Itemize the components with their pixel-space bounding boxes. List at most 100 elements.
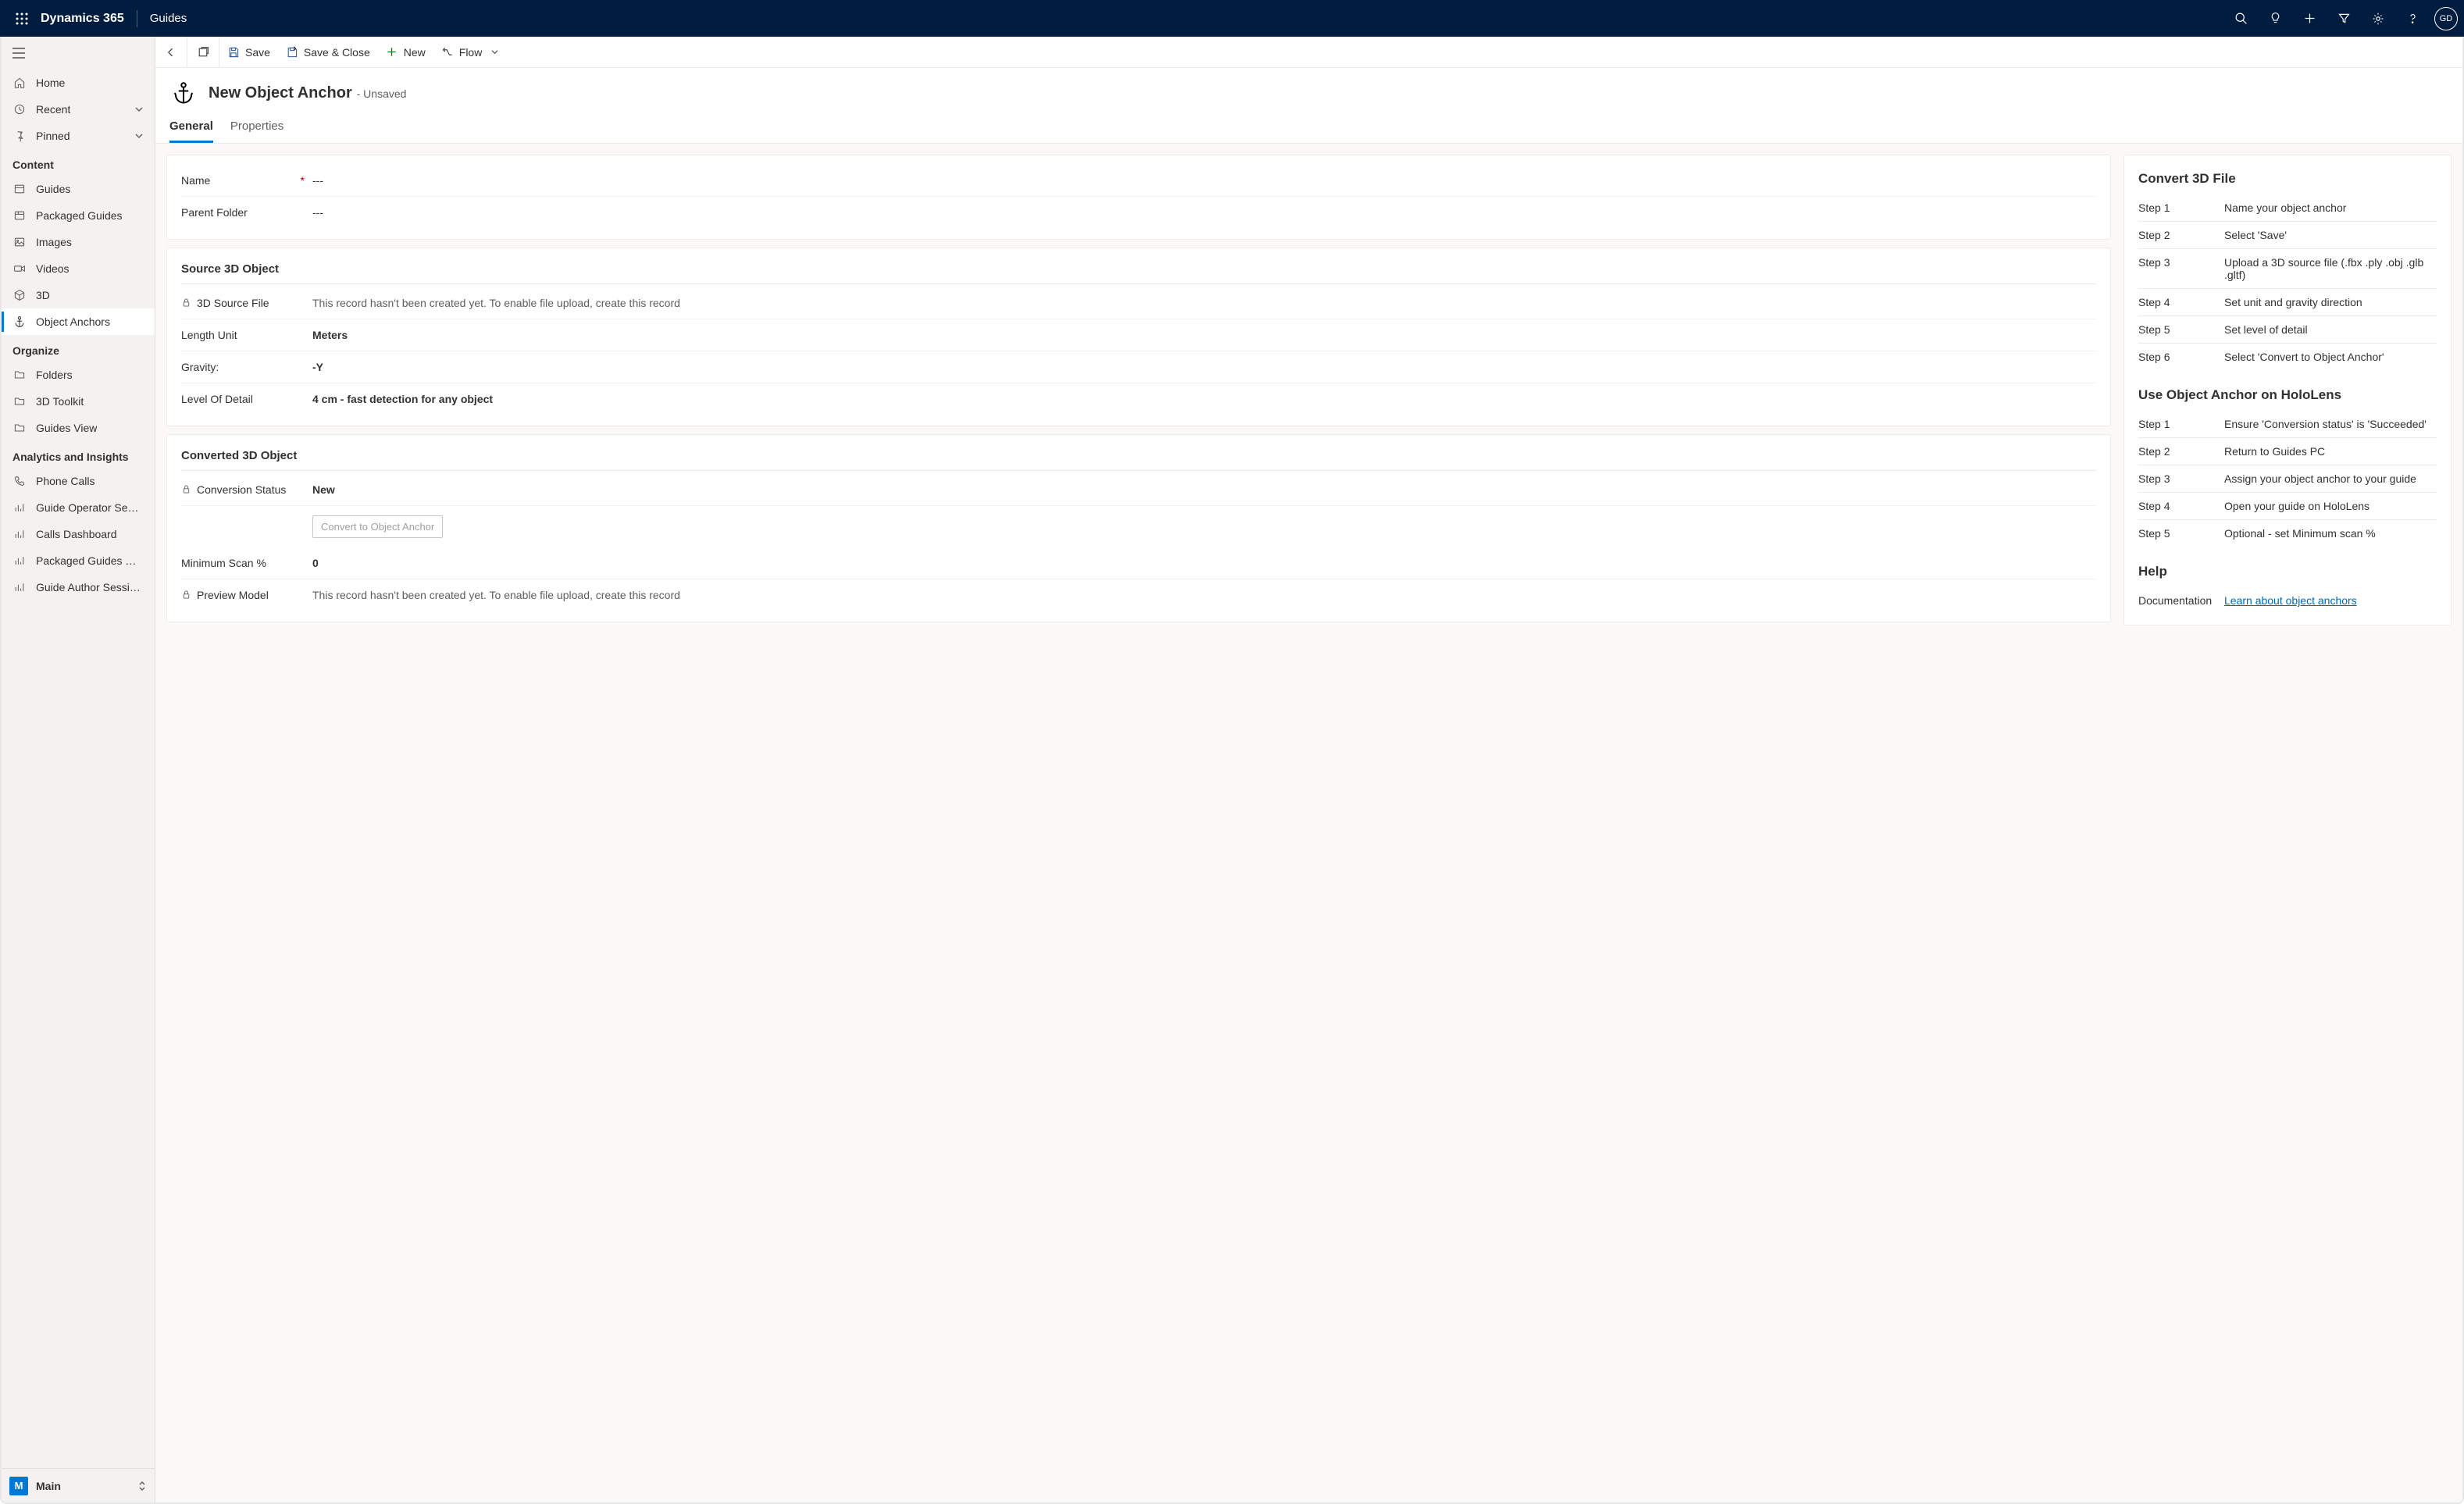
nav-packaged-guides[interactable]: Packaged Guides [2,202,155,229]
card-source-3d: Source 3D Object 3D Source File This rec… [166,248,2111,426]
nav-label: Videos [36,262,70,275]
step-text: Return to Guides PC [2224,445,2437,458]
gear-icon[interactable] [2361,0,2395,37]
search-icon[interactable] [2223,0,2258,37]
nav-phone-calls[interactable]: Phone Calls [2,468,155,494]
new-label: New [404,46,426,59]
step-row: Step 3Upload a 3D source file (.fbx .ply… [2138,249,2437,289]
chevron-down-icon [490,48,499,56]
help-link[interactable]: Learn about object anchors [2224,594,2357,607]
convert-steps: Step 1Name your object anchor Step 2 Selec… [2138,194,2437,370]
nav-label: Recent [36,103,70,116]
lightbulb-icon[interactable] [2258,0,2292,37]
new-button[interactable]: New [378,37,433,68]
step-row: Step 1Name your object anchor [2138,194,2437,222]
field-minimum-scan[interactable]: Minimum Scan % 0 [181,547,2096,579]
card-basic: Name * --- Parent Folder --- [166,155,2111,240]
clock-icon [12,102,27,116]
brand-label[interactable]: Dynamics 365 [37,12,134,26]
open-new-window-button[interactable] [187,37,219,68]
record-header: New Object Anchor - Unsaved [155,68,2462,107]
nav-label: Packaged Guides Op... [36,554,144,567]
left-nav: Home Recent Pinned Content Guides Packag… [2,37,155,1502]
nav-calls-dashboard[interactable]: Calls Dashboard [2,521,155,547]
step-row: Step 4Open your guide on HoloLens [2138,493,2437,520]
app-name[interactable]: Guides [141,12,197,25]
nav-label: Folders [36,369,73,381]
field-label: 3D Source File [197,297,269,309]
nav-3d-toolkit[interactable]: 3D Toolkit [2,388,155,415]
nav-3d[interactable]: 3D [2,282,155,308]
nav-label: Object Anchors [36,315,110,328]
field-value: This record hasn't been created yet. To … [312,297,2096,309]
step-row: Step 5Set level of detail [2138,316,2437,344]
nav-packaged-guides-op[interactable]: Packaged Guides Op... [2,547,155,574]
anchor-icon [169,79,198,107]
field-level-of-detail[interactable]: Level Of Detail 4 cm - fast detection fo… [181,383,2096,415]
nav-images[interactable]: Images [2,229,155,255]
nav-label: Guide Author Sessions [36,581,144,593]
save-close-button[interactable]: Save & Close [278,37,378,68]
flow-icon [441,46,454,59]
save-button[interactable]: Save [219,37,278,68]
field-name[interactable]: Name * --- [181,165,2096,197]
add-icon[interactable] [2292,0,2327,37]
nav-label: Guides [36,183,70,195]
field-label: Preview Model [197,589,269,601]
area-label: Main [36,1480,137,1492]
nav-recent[interactable]: Recent [2,96,155,123]
nav-label: Phone Calls [36,475,95,487]
convert-button[interactable]: Convert to Object Anchor [312,515,443,538]
nav-section-analytics: Analytics and Insights [2,441,155,468]
field-preview-model[interactable]: Preview Model This record hasn't been cr… [181,579,2096,611]
nav-label: Guides View [36,422,97,434]
tab-properties[interactable]: Properties [230,115,283,143]
chart-icon [12,501,27,515]
form-body[interactable]: Name * --- Parent Folder --- Source 3D O… [155,144,2462,1502]
step-text: Ensure 'Conversion status' is 'Succeeded… [2224,418,2437,430]
back-button[interactable] [155,37,187,68]
home-icon [12,76,27,90]
step-key: Step 5 [2138,323,2216,336]
help-icon[interactable] [2395,0,2430,37]
nav-folders[interactable]: Folders [2,362,155,388]
guide-icon [12,182,27,196]
step-text: Select 'Save' [2224,229,2437,241]
nav-home[interactable]: Home [2,69,155,96]
nav-label: Calls Dashboard [36,528,117,540]
field-3d-source-file[interactable]: 3D Source File This record hasn't been c… [181,287,2096,319]
area-picker[interactable]: M Main [2,1468,155,1502]
app-launcher-icon[interactable] [6,12,37,25]
tab-general[interactable]: General [169,115,213,143]
field-gravity[interactable]: Gravity: -Y [181,351,2096,383]
step-text: Name your object anchor [2224,201,2437,214]
step-row: Step 3Assign your object anchor to your … [2138,465,2437,493]
field-length-unit[interactable]: Length Unit Meters [181,319,2096,351]
card-title: Source 3D Object [181,258,2096,284]
nav-pinned[interactable]: Pinned [2,123,155,149]
filter-icon[interactable] [2327,0,2361,37]
nav-guide-author-sessions[interactable]: Guide Author Sessions [2,574,155,601]
nav-guides[interactable]: Guides [2,176,155,202]
step-row: Step 6Select 'Convert to Object Anchor' [2138,344,2437,370]
step-text: Select 'Convert to Object Anchor' [2224,351,2437,363]
field-value: --- [312,206,2096,219]
nav-guide-operator-sessions[interactable]: Guide Operator Sessi... [2,494,155,521]
field-parent-folder[interactable]: Parent Folder --- [181,197,2096,228]
hamburger-icon[interactable] [2,37,155,69]
field-conversion-status[interactable]: Conversion Status New [181,474,2096,506]
step-key: Step 2 [2138,229,2216,241]
avatar[interactable]: GD [2434,7,2458,30]
nav-object-anchors[interactable]: Object Anchors [2,308,155,335]
card-help-panel: Convert 3D File Step 1Name your object a… [2123,155,2452,625]
step-text: Set unit and gravity direction [2224,296,2437,308]
nav-label: 3D Toolkit [36,395,84,408]
card-converted-3d: Converted 3D Object Conversion Status Ne… [166,434,2111,622]
field-label: Parent Folder [181,206,248,219]
field-value: 0 [312,557,2096,569]
nav-section-organize: Organize [2,335,155,362]
nav-guides-view[interactable]: Guides View [2,415,155,441]
lock-icon [181,298,192,308]
flow-button[interactable]: Flow [433,37,508,68]
nav-videos[interactable]: Videos [2,255,155,282]
